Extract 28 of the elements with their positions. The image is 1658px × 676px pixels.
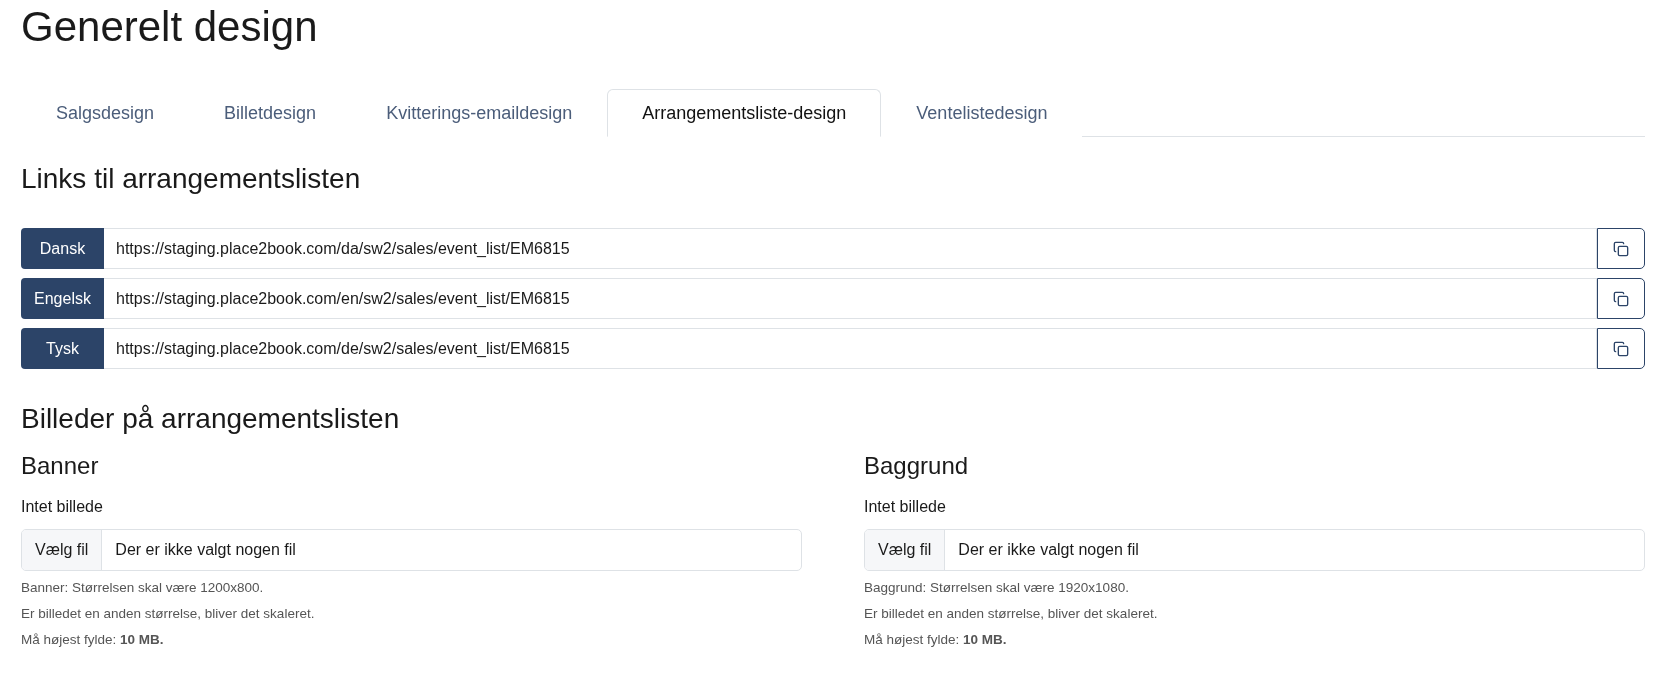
copy-icon — [1613, 240, 1629, 257]
section-heading: Billeder på arrangementslisten — [21, 402, 401, 436]
image-title: Banner — [21, 451, 100, 481]
hint-text: Må højest fylde: 10 MB. — [864, 631, 1008, 649]
hint-text: Er billedet en anden størrelse, bliver det skaleret. — [864, 605, 1159, 623]
copy-button[interactable] — [1597, 328, 1645, 369]
url-field[interactable]: https://staging.place2book.com/de/sw2/sales/event_list/EM6815 — [104, 328, 1597, 369]
language-label: Dansk — [21, 228, 104, 269]
url-field[interactable]: https://staging.place2book.com/en/sw2/sales/event_list/EM6815 — [104, 278, 1597, 319]
copy-icon — [1613, 290, 1629, 307]
hint-text: Banner: Størrelsen skal være 1200x800. — [21, 579, 265, 597]
copy-button[interactable] — [1597, 278, 1645, 319]
tab[interactable]: Arrangementsliste-design — [607, 89, 882, 137]
url-field[interactable]: https://staging.place2book.com/da/sw2/sales/event_list/EM6815 — [104, 228, 1597, 269]
hint-text: Må højest fylde: 10 MB. — [21, 631, 165, 649]
image-status: Intet billede — [21, 497, 104, 517]
section-heading: Links til arrangementslisten — [21, 162, 362, 196]
image-title: Baggrund — [864, 451, 970, 481]
file-input[interactable]: Vælg fil Der er ikke valgt nogen fil — [21, 529, 802, 571]
page-title: Generelt design — [21, 2, 319, 52]
copy-button[interactable] — [1597, 228, 1645, 269]
language-label: Engelsk — [21, 278, 104, 319]
image-status: Intet billede — [864, 497, 947, 517]
hint-text: Er billedet en anden størrelse, bliver det skaleret. — [21, 605, 316, 623]
language-label: Tysk — [21, 328, 104, 369]
file-input[interactable]: Vælg fil Der er ikke valgt nogen fil — [864, 529, 1645, 571]
hint-text: Baggrund: Størrelsen skal være 1920x1080. — [864, 579, 1130, 597]
copy-icon — [1613, 340, 1629, 357]
